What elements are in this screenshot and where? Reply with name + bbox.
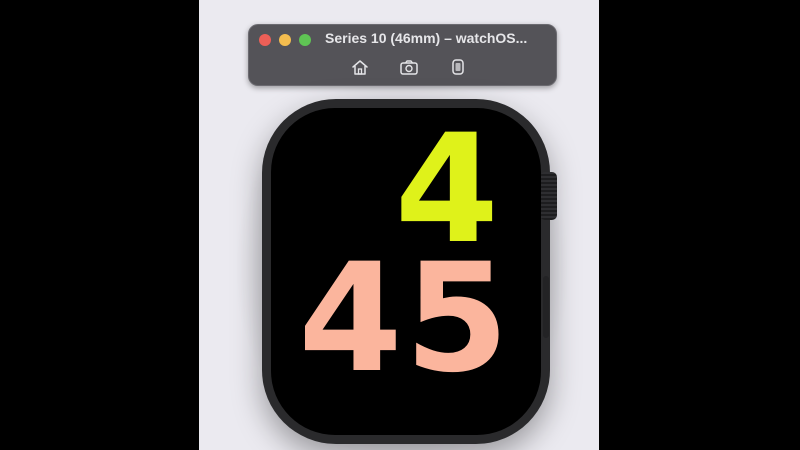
home-icon[interactable] — [350, 58, 370, 76]
minimize-window-button[interactable] — [279, 34, 291, 46]
window-title: Series 10 (46mm) – watchOS... — [325, 30, 528, 46]
minute-digits: 45 — [298, 232, 511, 406]
simulator-titlebar[interactable]: Series 10 (46mm) – watchOS... — [248, 24, 557, 86]
watch-screen[interactable]: 4 45 — [271, 108, 541, 435]
close-window-button[interactable] — [259, 34, 271, 46]
digital-crown[interactable] — [540, 172, 557, 220]
zoom-window-button[interactable] — [299, 34, 311, 46]
screenshot-icon[interactable] — [399, 58, 419, 76]
rotate-device-icon[interactable] — [448, 58, 468, 76]
side-button[interactable] — [543, 276, 549, 338]
